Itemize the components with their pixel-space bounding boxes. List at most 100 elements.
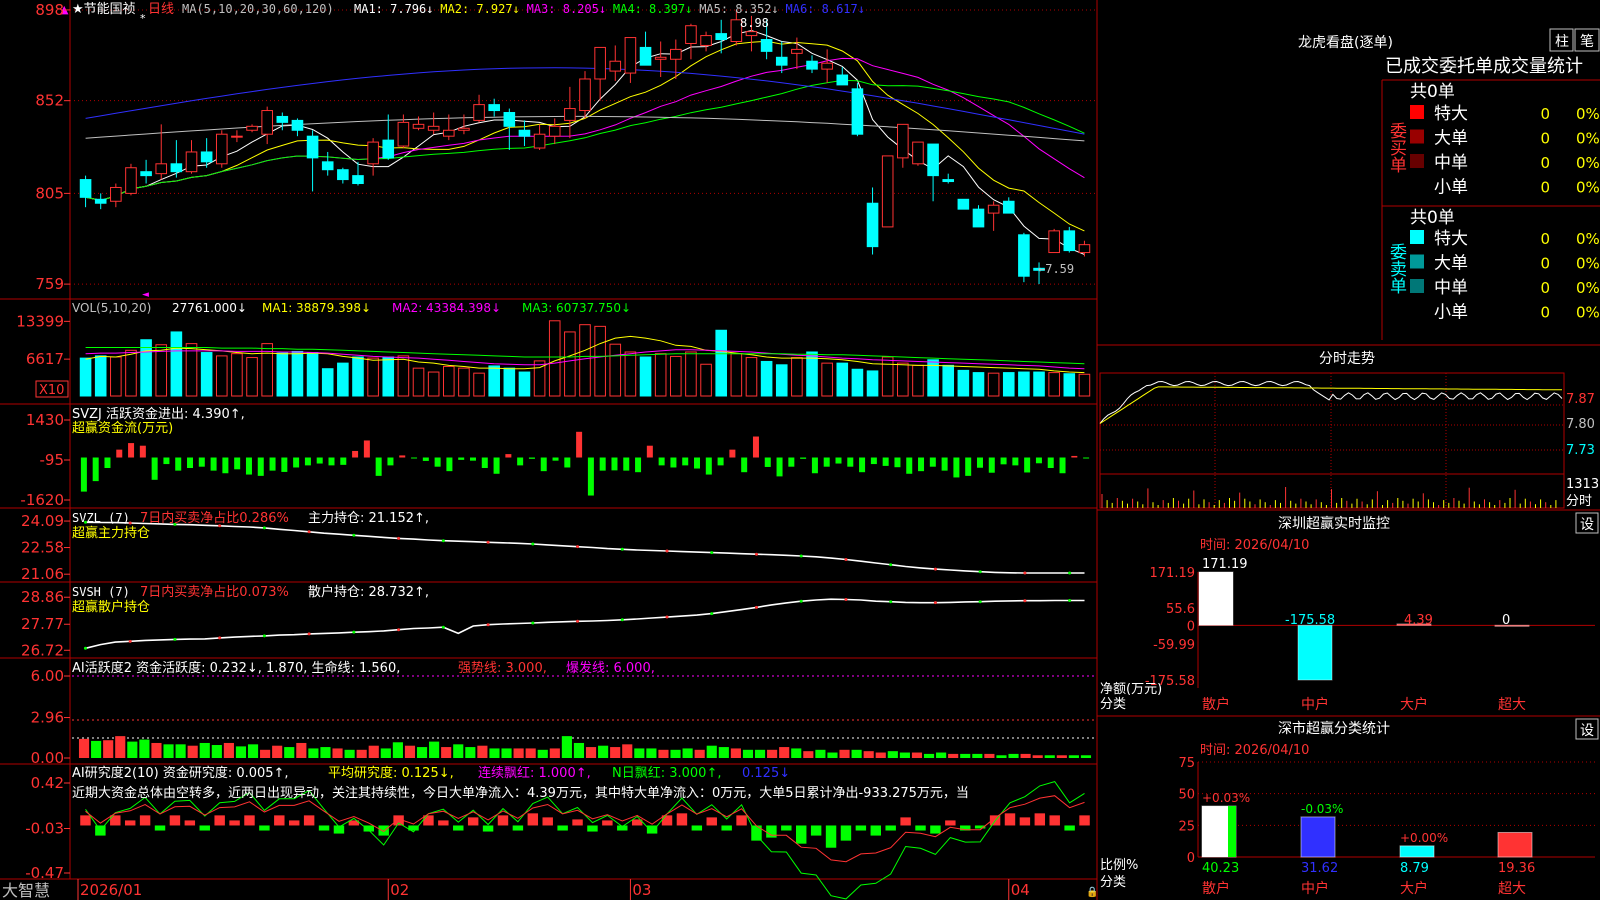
svsh-point [83,646,87,650]
order-count: 0 [1540,304,1550,322]
ai1-bar [863,751,874,758]
svzj-bar [882,457,889,466]
candle-body [110,186,122,202]
fenshi-title: 分时走势 [1319,351,1375,367]
order-label: 小单 [1434,178,1468,198]
svzj-bar [375,457,382,476]
order-label: 特大 [1434,229,1468,249]
svzj-bar [1047,457,1054,468]
svzl-point [844,557,848,561]
ai2-e: 0.125↓ [742,766,790,781]
svzj-bar [705,457,712,475]
ai1-bar [465,747,476,758]
candle-body [685,25,697,44]
ai1-bar [549,748,560,758]
svzj-bar [116,449,123,458]
order-count: 0 [1540,230,1550,248]
svzj-bar [811,457,818,474]
svzj-bar [399,455,406,458]
svzj-bar [788,457,795,467]
fenshi-tick-2: 7.80 [1566,417,1595,432]
buy-total: 共0单 [1410,82,1455,102]
ai2-bar [1049,815,1060,826]
order-swatch [1410,303,1424,318]
svsh-sublabel: 超赢散户持仓 [72,599,150,615]
price-tick: 759 [35,275,64,293]
svzj-bar [729,449,736,458]
order-count: 0 [1540,255,1550,273]
candle-body [548,125,561,137]
svzj-bar [540,457,547,472]
ai2-bar [497,815,509,826]
order-pct: 0% [1576,255,1600,273]
ai1-bar [247,744,259,758]
svzj-bar [363,440,370,458]
ma-legend-2: MA2: 7.927↓ [440,2,519,16]
ai2-bar [214,815,225,826]
svzj-bar [646,445,653,458]
ai1-bar [235,746,247,758]
svsh-point [576,619,580,623]
ai2-bar [244,815,255,826]
ai1-bar [91,740,102,758]
sc-bar [1497,831,1533,858]
svsh-hold: 散户持仓: 28.732↑, [308,584,429,600]
svzl-point [486,540,490,544]
order-swatch [1410,230,1424,244]
ai1-bar [1032,755,1043,758]
volume-bar [745,357,758,397]
brand-logo: 大智慧 [2,881,50,900]
order-pct: 0% [1576,179,1600,197]
candle-body [654,56,667,60]
ai2-tick: -0.47 [25,864,64,882]
volume-bar [760,360,773,397]
candle-body [321,161,334,171]
volume-bar [442,365,455,397]
svzj-bar [741,457,748,473]
svzj-bar [458,457,465,460]
ai1-bar [1020,753,1031,758]
ai1-bar [682,748,693,758]
ai2-bar [766,825,777,838]
svsh-ratio: 7日内买卖净占比0.073% [140,584,289,600]
candle-body [775,56,788,66]
candle-body [836,74,849,86]
ai1-bar [730,748,741,758]
ai2-bar [512,825,524,831]
ai1-bar [501,748,512,758]
ai1-bar [984,753,995,758]
svzj-bar [128,443,135,458]
ai2-bar [229,820,240,826]
period-label[interactable]: 日线 [148,2,174,17]
svzj-bar [434,457,441,467]
volume-bar [215,355,228,397]
ai2-bar [1064,825,1075,831]
candle-body [200,151,213,163]
svzj-bar [481,457,488,468]
candle-body [670,48,682,60]
svsh-prefix: SVSH (7) [72,585,130,599]
ma-legend-1: MA1: 7.796↓ [354,2,433,16]
candle-body [94,198,107,204]
ai1-bar [260,749,271,758]
sz-tick: 0 [1187,619,1195,634]
svzl-point [889,563,893,567]
ai2-bar [184,820,196,826]
order-pct: 0% [1576,230,1600,248]
ai1-bar [972,753,983,758]
candle-body [170,163,183,173]
svzj-bar [1059,457,1066,474]
order-stats-tabs[interactable]: 已成交委托单成交量统计 [1385,56,1583,77]
ai2-bar [259,825,270,831]
svzj-bar [151,457,158,480]
ai1-bar [489,748,500,758]
ai2-bar [915,825,926,831]
candle-body [1063,230,1076,252]
sz-value-label: -175.58 [1285,613,1335,628]
sz-value-label: 4.39 [1404,613,1433,628]
svsh-point [397,628,401,632]
candle-body [1078,244,1091,254]
candle-body [881,155,894,228]
buy-side-label: 委买单 [1386,122,1407,173]
svzj-bar [1083,457,1090,459]
